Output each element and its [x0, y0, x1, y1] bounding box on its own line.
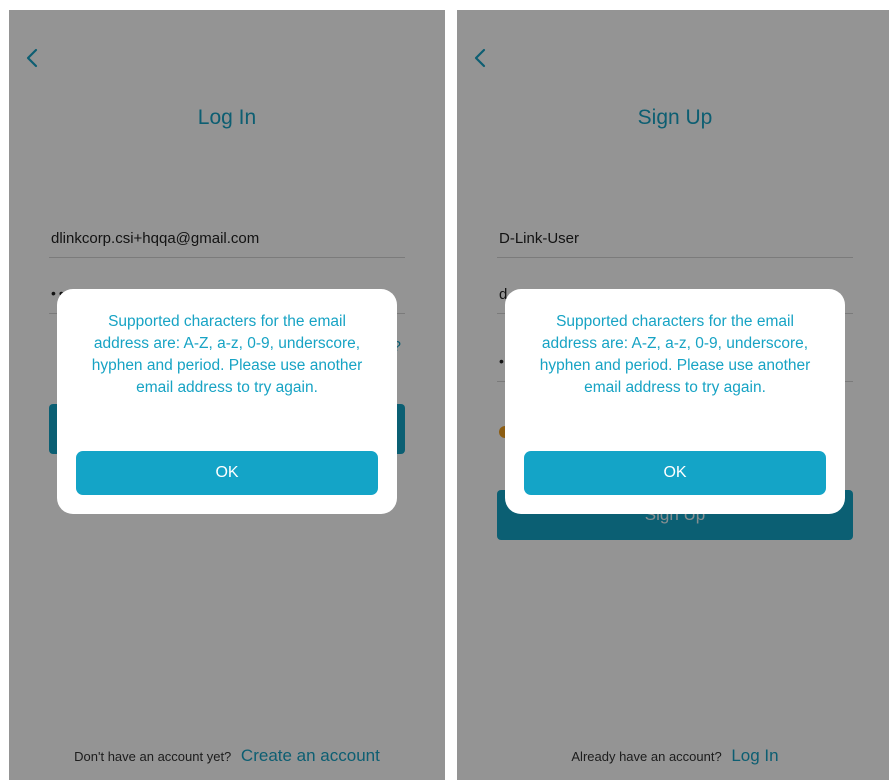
signup-screen: Sign Up D-Link-User d • Sign Up Already …	[457, 10, 889, 780]
ok-button[interactable]: OK	[524, 451, 826, 495]
login-screen: Log In dlinkcorp.csi+hqqa@gmail.com ••••…	[9, 10, 445, 780]
dialog-message: Supported characters for the email addre…	[539, 313, 811, 396]
alert-dialog: Supported characters for the email addre…	[505, 289, 845, 514]
ok-button[interactable]: OK	[76, 451, 378, 495]
dialog-message: Supported characters for the email addre…	[91, 313, 363, 396]
alert-dialog: Supported characters for the email addre…	[57, 289, 397, 514]
